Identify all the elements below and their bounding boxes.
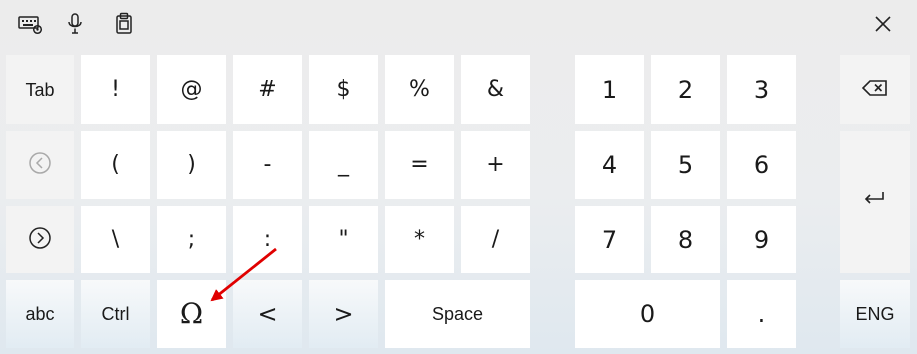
tab-key[interactable]: Tab [6,55,74,124]
symbol-key-exclamation[interactable]: ! [81,55,150,124]
symbol-key-backslash[interactable]: \ [81,206,150,273]
circle-right-icon [27,225,53,255]
symbol-key-label: ! [111,76,120,102]
symbol-key-label: : [263,226,272,252]
dot-key[interactable]: . [727,280,796,348]
symbol-key-colon[interactable]: : [233,206,302,273]
omega-key[interactable]: Ω [157,280,226,348]
symbol-key-label: ; [187,226,196,252]
symbol-key-label: ) [187,152,196,177]
omega-key-label: Ω [179,297,204,330]
digit-key-1[interactable]: 1 [575,55,644,124]
symbol-key-at[interactable]: @ [157,55,226,124]
space-key-label: Space [431,304,484,324]
symbol-key-plus[interactable]: + [461,131,530,199]
symbol-key-label: \ [111,226,120,252]
symbol-key-label: = [410,152,429,177]
digit-key-8[interactable]: 8 [651,206,720,273]
digit-key-label: 9 [753,225,770,254]
right-angle-label: > [333,300,354,328]
language-key-label: ENG [855,304,895,324]
left-angle-label: < [257,300,278,328]
ctrl-key[interactable]: Ctrl [81,280,150,348]
symbol-key-dollar[interactable]: $ [309,55,378,124]
symbol-key-slash[interactable]: / [461,206,530,273]
ctrl-key-label: Ctrl [101,304,130,324]
symbol-key-hash[interactable]: # [233,55,302,124]
symbol-key-quote[interactable]: " [309,206,378,273]
symbol-key-label: + [486,152,505,177]
digit-key-label: 5 [677,151,694,179]
backspace-icon [861,79,889,101]
symbol-key-label: _ [338,152,349,177]
digit-key-4[interactable]: 4 [575,131,644,199]
symbol-key-label: % [409,76,430,102]
symbol-key-label: # [258,76,277,102]
symbol-key-label: $ [336,76,351,102]
symbol-key-open-paren[interactable]: ( [81,131,150,199]
digit-key-label: 6 [753,151,770,179]
abc-key[interactable]: abc [6,280,74,348]
enter-icon [861,189,889,215]
digit-key-label: 0 [639,300,656,328]
symbol-key-label: / [491,226,500,252]
digit-key-label: 3 [753,75,770,104]
symbol-key-percent[interactable]: % [385,55,454,124]
digit-key-3[interactable]: 3 [727,55,796,124]
backspace-key[interactable] [840,55,910,124]
symbol-key-semicolon[interactable]: ; [157,206,226,273]
left-angle-key[interactable]: < [233,280,302,348]
symbol-key-underscore[interactable]: _ [309,131,378,199]
dot-key-label: . [757,300,766,328]
digit-key-6[interactable]: 6 [727,131,796,199]
symbol-key-label: & [486,76,505,102]
digit-key-7[interactable]: 7 [575,206,644,273]
symbol-key-asterisk[interactable]: * [385,206,454,273]
digit-key-label: 7 [601,225,618,254]
digit-key-label: 8 [677,225,694,254]
symbol-key-label: * [414,226,425,252]
symbol-key-ampersand[interactable]: & [461,55,530,124]
symbol-key-close-paren[interactable]: ) [157,131,226,199]
right-angle-key[interactable]: > [309,280,378,348]
symbol-key-label: - [263,152,272,177]
space-key[interactable]: Space [385,280,530,348]
digit-key-2[interactable]: 2 [651,55,720,124]
digit-key-5[interactable]: 5 [651,131,720,199]
digit-key-0[interactable]: 0 [575,280,720,348]
touch-keyboard: Tab ! @ # $ % & 1 2 3 () - _ = + 4 5 6 … [0,0,917,354]
enter-key[interactable] [840,131,910,273]
symbol-key-equals[interactable]: = [385,131,454,199]
digit-key-label: 4 [601,151,618,179]
forward-key[interactable] [6,206,74,273]
back-key[interactable] [6,131,74,199]
digit-key-label: 2 [677,75,694,104]
digit-key-label: 1 [601,75,618,104]
language-key[interactable]: ENG [840,280,910,348]
tab-key-label: Tab [25,79,55,100]
symbol-key-minus[interactable]: - [233,131,302,199]
digit-key-9[interactable]: 9 [727,206,796,273]
abc-key-label: abc [25,304,55,324]
symbol-key-label: " [338,226,349,252]
symbol-key-label: ( [111,152,120,177]
symbol-key-label: @ [180,76,203,102]
circle-left-icon [27,150,53,180]
